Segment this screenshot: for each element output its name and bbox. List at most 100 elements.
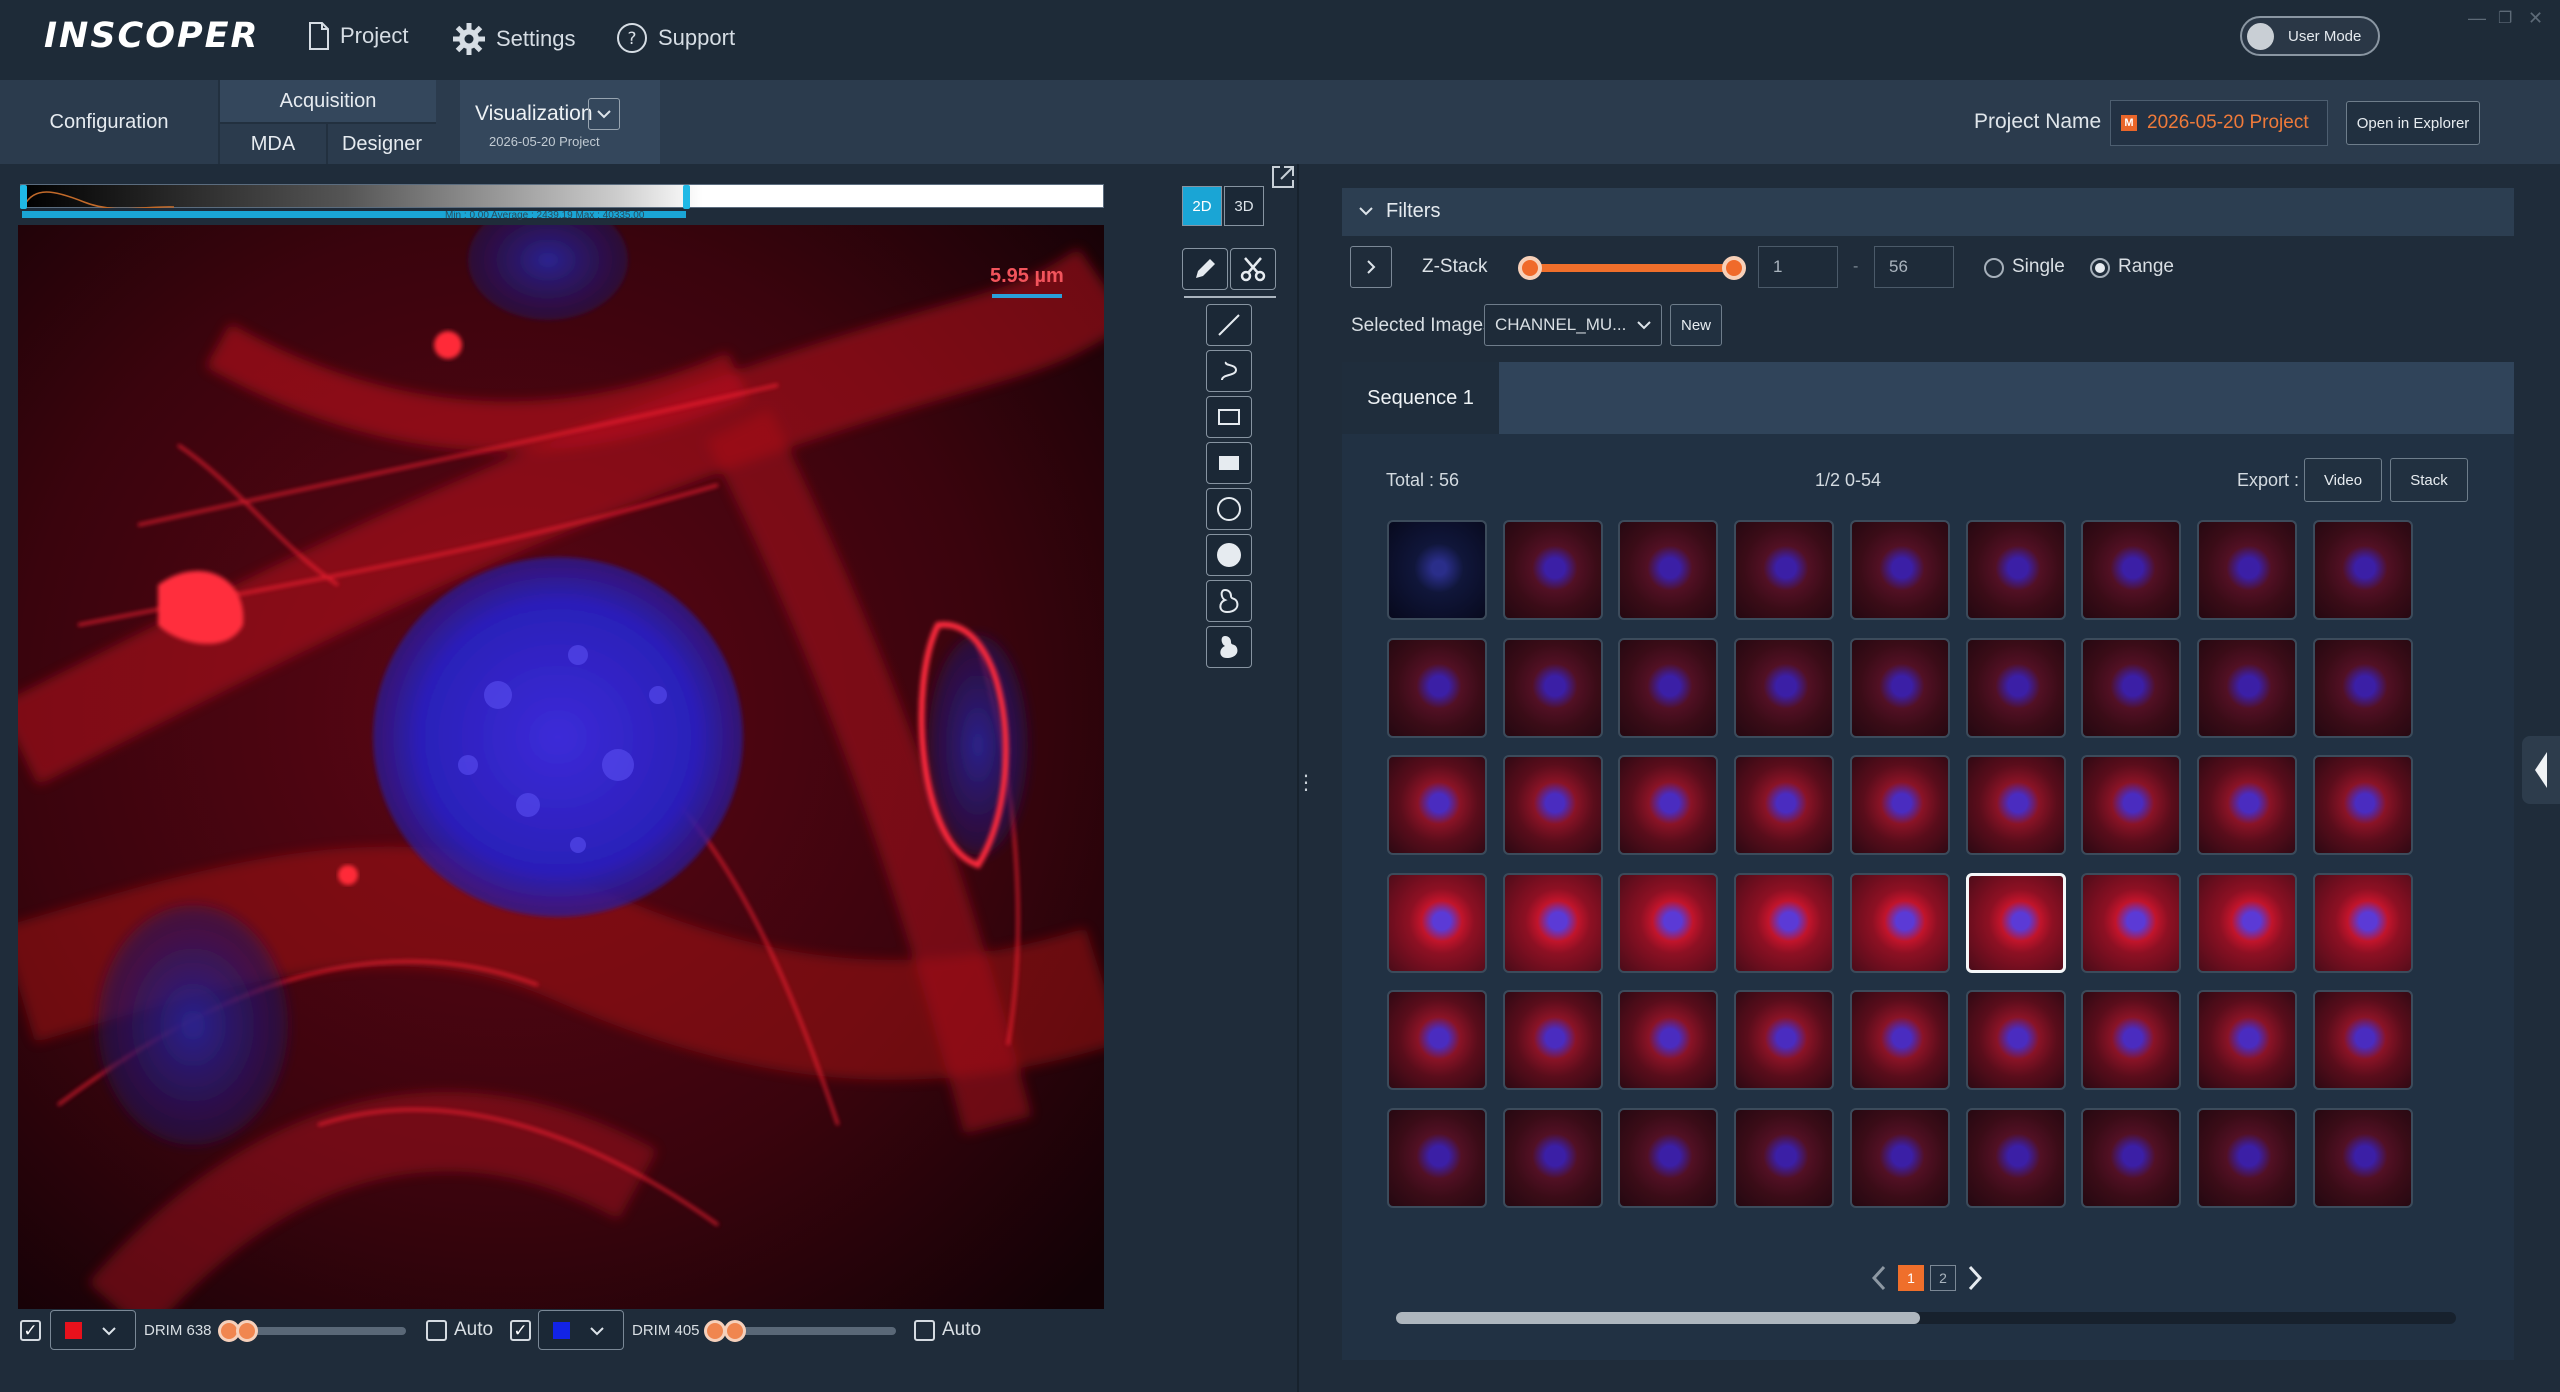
sequence-thumbnail[interactable] bbox=[1503, 755, 1603, 855]
selected-images-dropdown[interactable]: CHANNEL_MU... bbox=[1484, 304, 1662, 346]
filters-header[interactable] bbox=[1342, 188, 2514, 236]
mode-2d-button[interactable]: 2D bbox=[1182, 186, 1222, 226]
sequence-thumbnail[interactable] bbox=[1850, 755, 1950, 855]
sequence-thumbnail[interactable] bbox=[1850, 990, 1950, 1090]
open-in-explorer-button[interactable]: Open in Explorer bbox=[2346, 101, 2480, 145]
channel-1-color-picker[interactable] bbox=[50, 1310, 136, 1350]
popout-icon[interactable] bbox=[1270, 164, 1296, 190]
sequence-thumbnail[interactable] bbox=[1734, 755, 1834, 855]
settings-menu[interactable]: Settings bbox=[452, 22, 576, 56]
sequence-thumbnail[interactable] bbox=[2313, 638, 2413, 738]
export-video-button[interactable]: Video bbox=[2304, 458, 2382, 502]
sequence-thumbnail[interactable] bbox=[1850, 1108, 1950, 1208]
side-panel-toggle[interactable] bbox=[2522, 736, 2560, 804]
sequence-thumbnail[interactable] bbox=[2197, 1108, 2297, 1208]
zstack-range-slider[interactable] bbox=[1530, 264, 1734, 272]
minimize-icon[interactable]: — bbox=[2468, 8, 2486, 29]
mode-3d-button[interactable]: 3D bbox=[1224, 186, 1264, 226]
tab-designer[interactable]: Designer bbox=[328, 124, 436, 164]
tab-sequence-1[interactable]: Sequence 1 bbox=[1342, 362, 1499, 434]
colormap-max-handle[interactable] bbox=[683, 185, 690, 209]
tab-mda[interactable]: MDA bbox=[220, 124, 326, 164]
filled-rectangle-tool-button[interactable] bbox=[1206, 442, 1252, 484]
colormap-min-handle[interactable] bbox=[20, 185, 27, 209]
sequence-thumbnail[interactable] bbox=[1387, 755, 1487, 855]
next-page-icon[interactable] bbox=[1966, 1264, 1984, 1292]
sequence-thumbnail[interactable] bbox=[1734, 1108, 1834, 1208]
freehand-tool-button[interactable] bbox=[1206, 350, 1252, 392]
channel-2-checkbox[interactable]: ✓ bbox=[510, 1320, 531, 1341]
sequence-thumbnail[interactable] bbox=[1618, 873, 1718, 973]
pencil-tool-button[interactable] bbox=[1182, 248, 1228, 290]
close-icon[interactable]: ✕ bbox=[2528, 8, 2543, 29]
sequence-thumbnail[interactable] bbox=[2197, 520, 2297, 620]
line-tool-button[interactable] bbox=[1206, 304, 1252, 346]
sequence-thumbnail[interactable] bbox=[1387, 1108, 1487, 1208]
rectangle-tool-button[interactable] bbox=[1206, 396, 1252, 438]
visualization-dropdown[interactable] bbox=[588, 98, 620, 130]
sequence-thumbnail[interactable] bbox=[2081, 638, 2181, 738]
sequence-thumbnail[interactable] bbox=[2197, 873, 2297, 973]
sequence-thumbnail[interactable] bbox=[1966, 1108, 2066, 1208]
sequence-thumbnail[interactable] bbox=[1850, 873, 1950, 973]
sequence-thumbnail[interactable] bbox=[2081, 990, 2181, 1090]
zstack-min-knob[interactable] bbox=[1518, 256, 1542, 280]
sequence-thumbnail[interactable] bbox=[2313, 990, 2413, 1090]
sequence-thumbnail[interactable] bbox=[2081, 520, 2181, 620]
sequence-thumbnail[interactable] bbox=[1966, 520, 2066, 620]
page-1-button[interactable]: 1 bbox=[1898, 1265, 1924, 1291]
tab-acquisition[interactable]: Acquisition bbox=[220, 80, 436, 122]
new-selection-button[interactable]: New bbox=[1670, 304, 1722, 346]
zstack-from-input[interactable]: 1 bbox=[1758, 246, 1838, 288]
sequence-thumbnail[interactable] bbox=[2197, 638, 2297, 738]
zstack-to-input[interactable]: 56 bbox=[1874, 246, 1954, 288]
sequence-thumbnail[interactable] bbox=[1387, 990, 1487, 1090]
sequence-thumbnail[interactable] bbox=[2313, 873, 2413, 973]
sequence-thumbnail[interactable] bbox=[2197, 990, 2297, 1090]
scissors-tool-button[interactable] bbox=[1230, 248, 1276, 290]
sequence-thumbnail[interactable] bbox=[1966, 638, 2066, 738]
image-viewer[interactable]: 5.95 µm bbox=[18, 225, 1104, 1309]
filled-circle-tool-button[interactable] bbox=[1206, 534, 1252, 576]
zstack-max-knob[interactable] bbox=[1722, 256, 1746, 280]
sequence-thumbnail[interactable] bbox=[1387, 873, 1487, 973]
zstack-expand-button[interactable] bbox=[1350, 246, 1392, 288]
sequence-thumbnail[interactable] bbox=[1503, 1108, 1603, 1208]
sequence-thumbnail[interactable] bbox=[2081, 873, 2181, 973]
sequence-thumbnail[interactable] bbox=[1618, 1108, 1718, 1208]
channel-2-auto-checkbox[interactable] bbox=[914, 1320, 935, 1341]
user-mode-toggle[interactable]: User Mode bbox=[2240, 16, 2380, 56]
channel-1-auto-checkbox[interactable] bbox=[426, 1320, 447, 1341]
channel-2-min-knob[interactable] bbox=[704, 1320, 726, 1342]
sequence-thumbnail[interactable] bbox=[1734, 638, 1834, 738]
sequence-thumbnail[interactable] bbox=[1618, 990, 1718, 1090]
channel-1-checkbox[interactable]: ✓ bbox=[20, 1320, 41, 1341]
project-name-field[interactable]: M 2026-05-20 Project bbox=[2110, 100, 2328, 146]
sequence-thumbnail[interactable] bbox=[1966, 990, 2066, 1090]
sequence-thumbnail[interactable] bbox=[1503, 873, 1603, 973]
sequence-thumbnail[interactable] bbox=[1734, 873, 1834, 973]
range-radio[interactable] bbox=[2090, 258, 2110, 278]
sequence-thumbnail[interactable] bbox=[1503, 990, 1603, 1090]
sequence-thumbnail[interactable] bbox=[1734, 990, 1834, 1090]
single-radio[interactable] bbox=[1984, 258, 2004, 278]
export-stack-button[interactable]: Stack bbox=[2390, 458, 2468, 502]
sequence-thumbnail[interactable] bbox=[2313, 755, 2413, 855]
channel-2-max-knob[interactable] bbox=[724, 1320, 746, 1342]
sequence-thumbnail[interactable] bbox=[1503, 520, 1603, 620]
circle-tool-button[interactable] bbox=[1206, 488, 1252, 530]
sequence-thumbnail[interactable] bbox=[2081, 755, 2181, 855]
tab-configuration[interactable]: Configuration bbox=[0, 80, 218, 164]
splitter-grip-icon[interactable]: ⋮ bbox=[1296, 770, 1316, 795]
sequence-thumbnail[interactable] bbox=[2313, 1108, 2413, 1208]
sequence-thumbnail[interactable] bbox=[1503, 638, 1603, 738]
page-2-button[interactable]: 2 bbox=[1930, 1265, 1956, 1291]
support-menu[interactable]: ? Support bbox=[616, 22, 735, 54]
previous-page-icon[interactable] bbox=[1870, 1264, 1888, 1292]
horizontal-scrollbar-thumb[interactable] bbox=[1396, 1312, 1920, 1324]
sequence-thumbnail[interactable] bbox=[1618, 638, 1718, 738]
sequence-thumbnail[interactable] bbox=[2313, 520, 2413, 620]
sequence-thumbnail[interactable] bbox=[1850, 520, 1950, 620]
channel-2-color-picker[interactable] bbox=[538, 1310, 624, 1350]
sequence-thumbnail[interactable] bbox=[1966, 873, 2066, 973]
